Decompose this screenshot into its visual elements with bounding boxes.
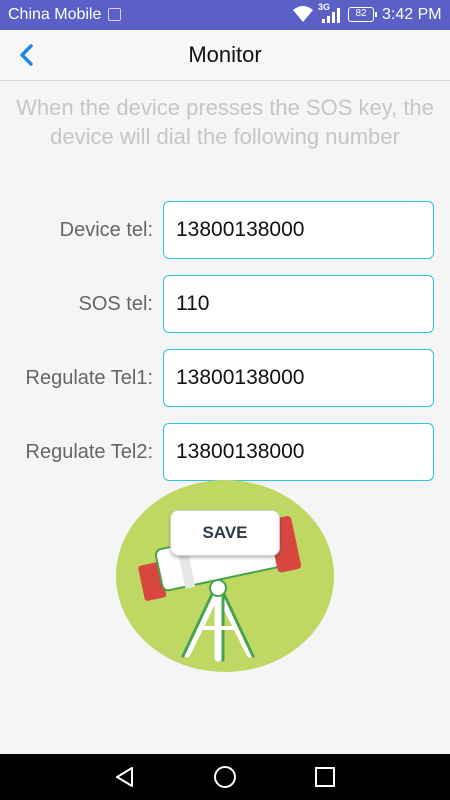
signal-icon xyxy=(322,8,340,23)
sim-notification-icon xyxy=(108,8,121,21)
battery-icon: 82 xyxy=(348,7,377,22)
sos-tel-input[interactable] xyxy=(163,275,434,333)
triangle-back-icon[interactable] xyxy=(113,765,137,789)
telescope-illustration xyxy=(116,480,334,672)
sos-tel-label: SOS tel: xyxy=(78,293,153,315)
square-recents-icon[interactable] xyxy=(313,765,337,789)
wifi-icon xyxy=(293,6,313,22)
regulate-tel1-label: Regulate Tel1: xyxy=(25,367,154,389)
regulate-tel1-input[interactable] xyxy=(163,349,434,407)
system-nav-bar xyxy=(0,754,450,800)
page-title: Monitor xyxy=(188,42,262,67)
status-bar: China Mobile 3G 82 3:42 PM xyxy=(0,0,450,30)
device-tel-label: Device tel: xyxy=(59,219,153,241)
regulate-tel2-input[interactable] xyxy=(163,423,434,481)
circle-home-icon[interactable] xyxy=(213,765,237,789)
sos-description: When the device presses the SOS key, the… xyxy=(16,95,434,149)
save-button[interactable]: SAVE xyxy=(170,510,280,556)
clock: 3:42 PM xyxy=(382,6,442,23)
regulate-tel2-label: Regulate Tel2: xyxy=(25,441,154,463)
device-tel-input[interactable] xyxy=(163,201,434,259)
carrier-name: China Mobile xyxy=(8,6,102,23)
app-header: Monitor xyxy=(0,30,450,81)
